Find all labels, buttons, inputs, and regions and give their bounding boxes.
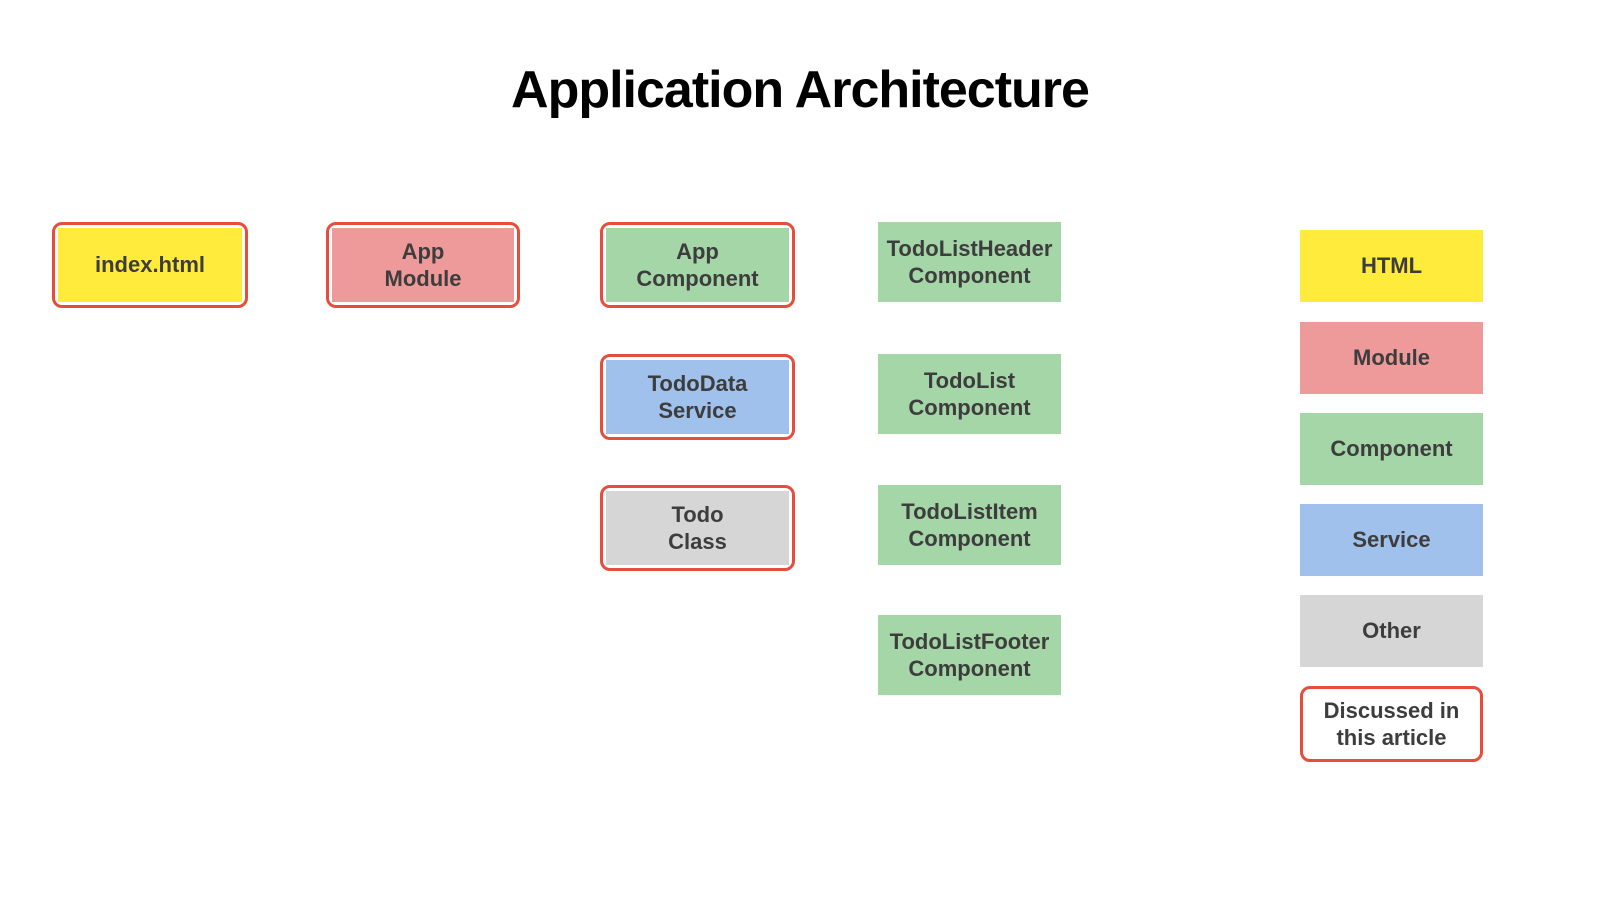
diagram-title: Application Architecture — [0, 60, 1600, 120]
diagram-canvas: Application Architecture index.html AppM… — [0, 0, 1600, 900]
box-todo-class-label: TodoClass — [606, 491, 789, 565]
box-index-html: index.html — [52, 222, 248, 308]
legend-module: Module — [1300, 322, 1483, 394]
legend-component: Component — [1300, 413, 1483, 485]
box-todolistitem-component: TodoListItemComponent — [878, 485, 1061, 565]
legend-html: HTML — [1300, 230, 1483, 302]
box-todolistfooter-component: TodoListFooterComponent — [878, 615, 1061, 695]
box-todolistheader-component: TodoListHeaderComponent — [878, 222, 1061, 302]
legend-other: Other — [1300, 595, 1483, 667]
box-app-component-label: AppComponent — [606, 228, 789, 302]
box-app-module: AppModule — [326, 222, 520, 308]
legend-service: Service — [1300, 504, 1483, 576]
box-app-component: AppComponent — [600, 222, 795, 308]
box-todolist-component: TodoListComponent — [878, 354, 1061, 434]
box-todo-class: TodoClass — [600, 485, 795, 571]
box-app-module-label: AppModule — [332, 228, 514, 302]
legend-discussed: Discussed inthis article — [1300, 686, 1483, 762]
box-tododata-service: TodoDataService — [600, 354, 795, 440]
box-index-html-label: index.html — [58, 228, 242, 302]
box-tododata-service-label: TodoDataService — [606, 360, 789, 434]
